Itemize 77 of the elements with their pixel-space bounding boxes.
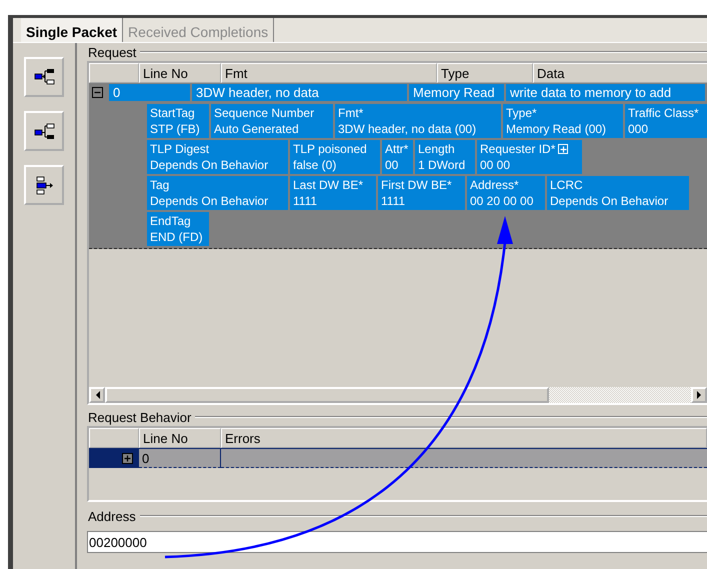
packet-field[interactable]: Sequence Number Auto Generated [211,104,333,138]
horizontal-scrollbar[interactable] [89,386,707,403]
expand-icon[interactable] [122,452,133,464]
packet-field[interactable]: Traffic Class* 000 [625,104,707,138]
table-cell: 0 [109,84,190,101]
packet-field[interactable]: Tag Depends On Behavior [147,176,288,210]
field-value: Memory Read (00) [506,121,608,137]
packet-field[interactable]: EndTag END (FD) [147,212,209,246]
toolbar-button[interactable] [24,111,64,151]
field-label: Attr* [385,141,408,157]
packet-field[interactable]: Address* 00 20 00 00 [467,176,545,210]
field-value: 1111 [293,193,318,209]
packet-field[interactable]: First DW BE* 1111 [378,176,465,210]
group-title: Request Behavior [87,410,192,424]
toolbar-button[interactable] [24,57,64,97]
insert-child-icon [34,66,54,88]
packet-field[interactable]: Last DW BE* 1111 [290,176,376,210]
toolbar-button[interactable] [24,165,64,205]
field-value: 00 [385,157,400,173]
address-field[interactable]: 00200000 [87,531,707,553]
group-title: Address [87,508,136,524]
field-label: Requester ID* [480,141,556,157]
packet-field[interactable]: LCRC Depends On Behavior [547,176,689,210]
field-label: EndTag [150,213,191,229]
field-label: Traffic Class* [628,105,699,121]
packet-field[interactable]: Attr* 00 [382,140,413,174]
column-header[interactable]: Line No [139,63,221,83]
field-value: Depends On Behavior [550,193,670,209]
field-label: StartTag [150,105,195,121]
column-header[interactable]: Errors [221,428,707,448]
packet-field[interactable]: Type* Memory Read (00) [503,104,623,138]
field-label: LCRC [550,177,583,193]
field-label: Last DW BE* [293,177,364,193]
tab[interactable]: Single Packet [21,18,124,42]
field-label: Fmt* [338,105,364,121]
field-label: Sequence Number [214,105,314,121]
move-right-icon [34,174,54,196]
insert-sibling-icon [34,120,54,142]
field-label: TLP poisoned [293,141,367,157]
field-value: 00 20 00 00 [470,193,534,209]
collapse-icon[interactable] [92,87,103,98]
field-label: Address* [470,177,519,193]
field-label: TLP Digest [150,141,210,157]
field-label: First DW BE* [381,177,452,193]
scroll-right-icon[interactable] [696,391,702,399]
column-header[interactable]: Data [533,63,707,83]
field-value: false (0) [293,157,338,173]
packet-field[interactable]: TLP Digest Depends On Behavior [147,140,288,174]
field-label: Length [418,141,455,157]
packet-field[interactable]: StartTag STP (FB) [147,104,209,138]
field-value: 00 00 [480,157,512,173]
field-value: END (FD) [150,229,204,245]
packet-field[interactable]: TLP poisoned false (0) [290,140,380,174]
packet-field[interactable]: Length 1 DWord [415,140,475,174]
field-value: 1111 [381,193,406,209]
field-value: 3DW header, no data (00) [338,121,478,137]
column-header[interactable]: Fmt [221,63,437,83]
field-value: 1 DWord [418,157,466,173]
field-label: Type* [506,105,537,121]
packet-field[interactable]: Fmt* 3DW header, no data (00) [335,104,501,138]
column-header[interactable]: Line No [139,428,221,448]
table-cell: write data to memory to add [506,84,705,101]
table-cell: 0 [139,448,221,468]
field-label: Tag [150,177,170,193]
field-value: STP (FB) [150,121,201,137]
field-value: 000 [628,121,650,137]
field-value: Depends On Behavior [150,157,270,173]
table-cell: Memory Read [409,84,504,101]
packet-field[interactable]: Requester ID* 00 00 [477,140,582,174]
table-cell: 3DW header, no data [192,84,407,101]
tab[interactable]: Received Completions [123,18,274,42]
field-value: Depends On Behavior [150,193,270,209]
field-value: Auto Generated [214,121,300,137]
column-header[interactable]: Type [437,63,533,83]
row-header[interactable] [89,448,139,468]
scroll-left-icon[interactable] [94,391,100,399]
group-title: Request [87,44,136,60]
